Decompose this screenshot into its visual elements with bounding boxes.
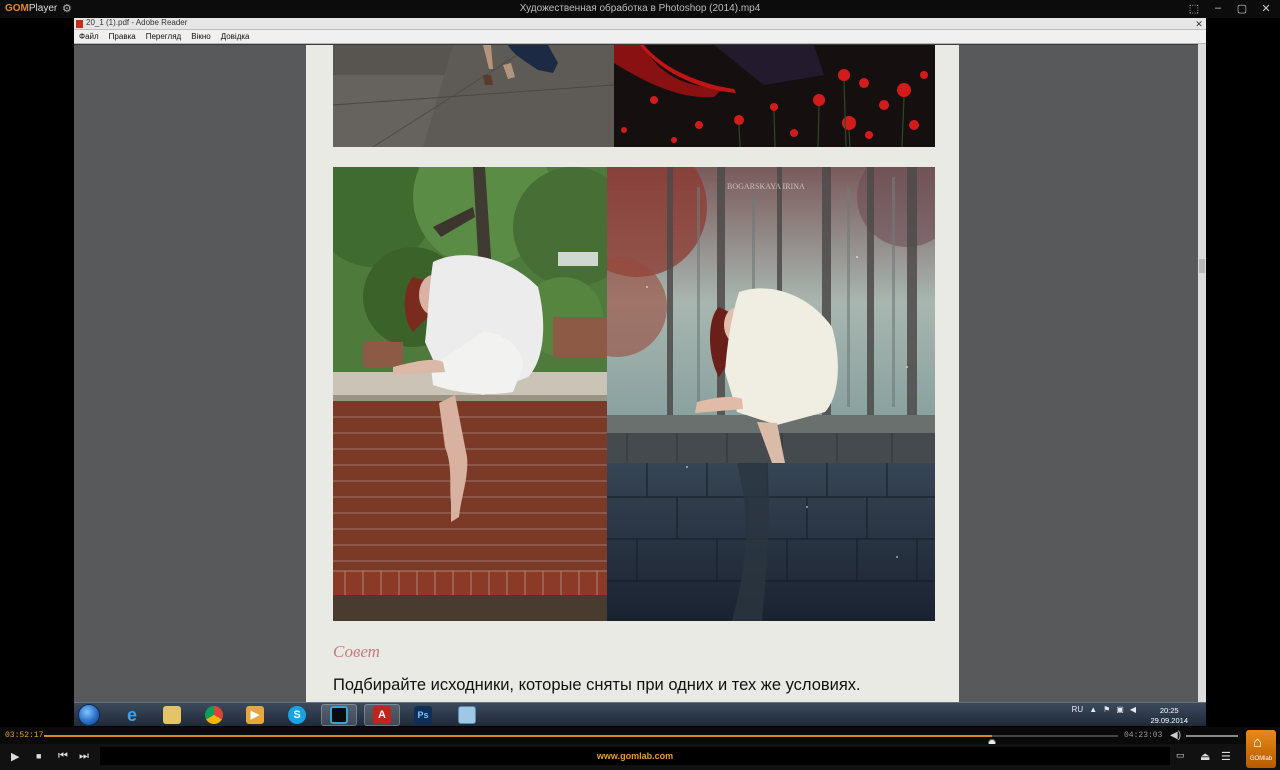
reader-close-icon: ✕ xyxy=(1195,19,1203,29)
seek-bar-progress xyxy=(44,735,993,737)
minimize-button[interactable]: – xyxy=(1212,2,1224,15)
system-tray: RU ▲ ⚑ ▣ ◀ xyxy=(1072,705,1136,714)
edited-photo-art: BOGARSKAYA IRINA xyxy=(607,167,935,621)
language-indicator: RU xyxy=(1071,705,1084,714)
pdf-icon xyxy=(76,20,83,28)
video-frame[interactable]: 20_1 (1).pdf - Adobe Reader ✕ Файл Правк… xyxy=(74,18,1206,726)
menu-button[interactable]: ☰ xyxy=(1221,750,1231,763)
monitor-icon xyxy=(330,706,348,724)
original-photo xyxy=(333,167,607,621)
edited-photo: BOGARSKAYA IRINA xyxy=(607,167,935,621)
taskbar-chrome xyxy=(196,704,232,726)
previous-button[interactable]: ⏮ xyxy=(58,750,68,763)
eject-button[interactable]: ⏏ xyxy=(1200,750,1210,763)
next-button[interactable]: ⏭ xyxy=(79,750,89,763)
photoshop-icon: Ps xyxy=(414,706,432,724)
gomlab-button[interactable]: ⌂ GOMlab xyxy=(1246,730,1276,768)
ad-banner[interactable]: www.gomlab.com xyxy=(100,747,1170,765)
menu-help: Довідка xyxy=(220,32,250,41)
taskbar-media-player: ▶ xyxy=(237,704,273,726)
volume-icon[interactable]: ◀) xyxy=(1170,730,1181,741)
adobe-reader-icon: A xyxy=(373,706,391,724)
tip-heading: Совет xyxy=(333,642,380,661)
internet-explorer-icon: e xyxy=(126,705,137,725)
top-right-photo-art xyxy=(614,45,935,147)
top-left-photo-art xyxy=(333,45,614,147)
home-icon: ⌂ xyxy=(1253,734,1263,751)
volume-slider[interactable] xyxy=(1186,735,1238,737)
tip-text: Подбирайте исходники, которые сняты при … xyxy=(333,676,861,694)
network-icon: ▣ xyxy=(1116,705,1124,714)
chrome-icon xyxy=(205,706,223,724)
window-controls: ⬚ – ▢ ✕ xyxy=(1188,2,1272,15)
reader-menu-bar: Файл Правка Перегляд Вікно Довідка xyxy=(74,30,1206,44)
windows-taskbar: e ▶ S A Ps RU ▲ ⚑ ▣ ◀ 20:25 29.09.2014 xyxy=(74,702,1206,726)
taskbar-image-viewer xyxy=(449,704,485,726)
maximize-button[interactable]: ▢ xyxy=(1236,2,1248,15)
top-left-photo xyxy=(333,45,614,147)
taskbar-photoshop: Ps xyxy=(405,704,441,726)
skype-icon: S xyxy=(288,706,306,724)
reader-title: 20_1 (1).pdf - Adobe Reader xyxy=(86,18,188,27)
media-player-icon: ▶ xyxy=(246,706,264,724)
menu-edit: Правка xyxy=(108,32,136,41)
folder-icon xyxy=(163,706,181,724)
stop-button[interactable]: ■ xyxy=(36,751,41,761)
taskbar-internet-explorer: e xyxy=(114,704,150,726)
clock-time: 20:25 xyxy=(1159,706,1179,715)
total-time: 04:23:03 xyxy=(1124,731,1163,740)
current-time: 03:52:17 xyxy=(5,731,44,740)
document-area: BOGARSKAYA IRINA Совет Подбирайте исходн… xyxy=(74,45,1206,702)
pin-icon[interactable]: ⬚ xyxy=(1188,2,1200,15)
menu-view: Перегляд xyxy=(145,32,182,41)
playback-controls: ▶ ■ ⏮ ⏭ www.gomlab.com ▭ ⏏ ☰ ⌂ GOMlab xyxy=(0,730,1280,770)
tray-arrow-icon: ▲ xyxy=(1089,705,1098,714)
screen-mode-button[interactable]: ▭ xyxy=(1176,750,1185,761)
reader-scrollbar xyxy=(1198,44,1206,702)
player-title-bar[interactable]: GOMPlayer ⚙ Художественная обработка в P… xyxy=(0,0,1280,18)
taskbar-monitor-app xyxy=(321,704,357,726)
original-photo-art xyxy=(333,167,607,621)
taskbar-skype: S xyxy=(279,704,315,726)
pdf-page: BOGARSKAYA IRINA Совет Подбирайте исходн… xyxy=(306,45,959,702)
clock-date: 29.09.2014 xyxy=(1150,716,1188,725)
menu-file: Файл xyxy=(79,32,99,41)
image-viewer-icon xyxy=(458,706,476,724)
player-title: Художественная обработка в Photoshop (20… xyxy=(519,3,761,14)
windows-start-icon xyxy=(78,704,100,726)
flag-icon: ⚑ xyxy=(1103,705,1111,714)
seek-bar[interactable] xyxy=(44,735,1118,747)
volume-tray-icon: ◀ xyxy=(1129,705,1136,714)
play-button[interactable]: ▶ xyxy=(11,750,19,763)
reader-title-bar: 20_1 (1).pdf - Adobe Reader ✕ xyxy=(74,18,1206,30)
tray-clock: 20:25 29.09.2014 xyxy=(1150,706,1188,726)
gomlab-label: GOMlab xyxy=(1249,756,1273,762)
watermark: BOGARSKAYA IRINA xyxy=(727,182,805,191)
reader-scrollbar-thumb xyxy=(1199,259,1205,273)
taskbar-file-explorer xyxy=(154,704,190,726)
seek-bar-row: 03:52:17 04:23:03 ◀) xyxy=(0,727,1280,747)
close-button[interactable]: ✕ xyxy=(1260,2,1272,15)
menu-window: Вікно xyxy=(191,32,211,41)
gom-player-window: GOMPlayer ⚙ Художественная обработка в P… xyxy=(0,0,1280,770)
taskbar-adobe-reader: A xyxy=(364,704,400,726)
top-right-photo xyxy=(614,45,935,147)
